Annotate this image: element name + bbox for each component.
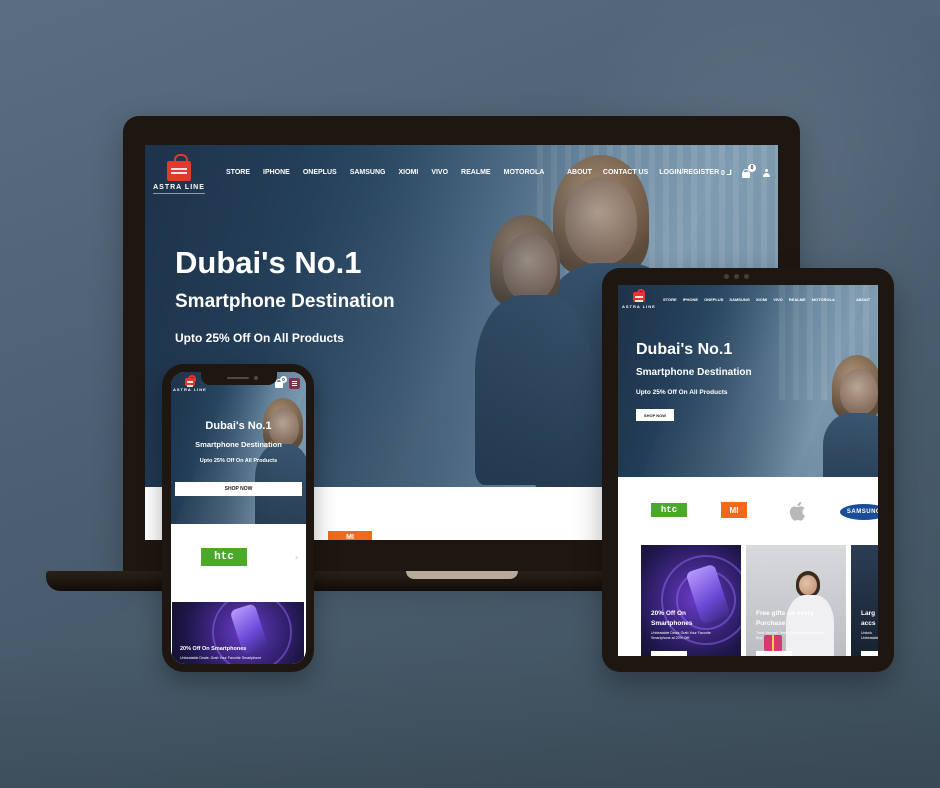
main-nav: STORE IPHONE ONEPLUS SAMSUNG XIOMI VIVO … <box>663 297 835 302</box>
nav-item-store[interactable]: STORE <box>663 297 677 302</box>
main-nav: STORE IPHONE ONEPLUS SAMSUNG XIOMI VIVO … <box>226 169 544 176</box>
promo-button[interactable] <box>861 651 878 656</box>
hero-subtitle: Smartphone Destination <box>636 367 752 378</box>
nav-item-login[interactable]: LOGIN/REGISTER <box>659 169 719 176</box>
hero-title: Dubai's No.1 <box>636 341 733 358</box>
htc-logo[interactable]: htc <box>201 548 247 566</box>
nav-item-motorola[interactable]: MOTOROLA <box>812 297 835 302</box>
hero-offer: Upto 25% Off On All Products <box>199 458 278 464</box>
nav-item-store[interactable]: STORE <box>226 169 250 176</box>
mi-logo[interactable]: MI <box>721 502 747 518</box>
tablet-camera <box>734 274 739 279</box>
promo-card-gifts[interactable]: Free gifts on every Purchase Treat Yours… <box>746 545 846 656</box>
hamburger-menu-icon[interactable] <box>289 378 300 389</box>
tablet-sensor-2 <box>744 274 749 279</box>
nav-item-realme[interactable]: REALME <box>461 169 491 176</box>
tablet-hero-image <box>618 285 878 477</box>
promo-text: Treat Yourself Twice: Free Gifts with Ev… <box>756 631 824 640</box>
hero-title: Dubai's No.1 <box>205 420 272 432</box>
apple-logo-icon[interactable] <box>788 500 808 522</box>
shopping-bag-icon <box>167 154 191 181</box>
brand-tagline-rule <box>153 193 205 194</box>
hero-title: Dubai's No.1 <box>175 245 362 280</box>
currency-label[interactable]: 0 لـ <box>721 169 732 177</box>
nav-item-xiomi[interactable]: XIOMI <box>756 297 767 302</box>
carousel-next-arrow-icon[interactable]: › <box>295 552 298 562</box>
laptop-trackpad-notch <box>406 571 518 579</box>
nav-item-oneplus[interactable]: ONEPLUS <box>704 297 723 302</box>
person-head <box>799 575 817 595</box>
brand-name: ASTRA LINE <box>622 304 656 309</box>
nav-item-about[interactable]: ABOUT <box>856 297 870 302</box>
shopping-bag-icon <box>632 288 646 302</box>
brand-logo[interactable]: ASTRA LINE <box>622 287 656 309</box>
samsung-logo[interactable]: SAMSUNG <box>840 504 878 520</box>
promo-title: 20% Off On Smartphones <box>651 610 693 627</box>
hero-offer: Upto 25% Off On All Products <box>636 389 728 396</box>
nav-item-xiomi[interactable]: XIOMI <box>398 169 418 176</box>
promo-card-accessories[interactable]: Larg accs Unlock Unbeatable <box>851 545 878 656</box>
shop-now-button[interactable]: SHOP NOW <box>175 482 302 496</box>
shop-now-button[interactable]: SHOP NOW <box>636 409 674 421</box>
promo-card-smartphones[interactable]: 20% Off On Smartphones Unbeatable Deals:… <box>172 602 304 664</box>
promo-text: Unbeatable Deals Grab Your Favorite Smar… <box>651 631 711 640</box>
cart-count-badge: 0 <box>280 376 287 383</box>
mi-logo[interactable]: MI <box>328 531 372 540</box>
brand-name: ASTRA LINE <box>173 387 207 392</box>
brand-logo[interactable]: ASTRA LINE <box>153 153 205 194</box>
promo-card-smartphones[interactable]: 20% Off On Smartphones Unbeatable Deals … <box>641 545 741 656</box>
hero-subtitle: Smartphone Destination <box>175 291 395 312</box>
shopping-bag-icon <box>184 375 196 386</box>
secondary-nav: ABOUT <box>856 297 870 302</box>
cart-icon[interactable] <box>742 169 750 178</box>
promo-button[interactable] <box>651 651 687 656</box>
phone-notch <box>201 372 277 385</box>
promo-title: 20% Off On Smartphones <box>180 646 247 652</box>
user-icon[interactable] <box>763 169 770 177</box>
promo-text: Unbeatable Deals: Grab Your Favorite Sma… <box>180 656 262 660</box>
nav-item-vivo[interactable]: VIVO <box>773 297 783 302</box>
phone-screen: ASTRA LINE 0 Dubai's No.1 Smartphone Des… <box>171 372 306 664</box>
cart-count-badge: 0 <box>748 164 756 172</box>
secondary-nav: ABOUT CONTACT US LOGIN/REGISTER <box>567 169 719 176</box>
brand-name: ASTRA LINE <box>153 184 205 191</box>
promo-title: Free gifts on every Purchase <box>756 610 814 627</box>
tablet-sensor <box>724 274 729 279</box>
nav-item-vivo[interactable]: VIVO <box>431 169 448 176</box>
nav-item-iphone[interactable]: IPHONE <box>683 297 698 302</box>
promo-text: Unlock Unbeatable <box>861 631 878 640</box>
nav-item-iphone[interactable]: IPHONE <box>263 169 290 176</box>
promo-button[interactable] <box>756 651 792 656</box>
nav-item-motorola[interactable]: MOTOROLA <box>504 169 545 176</box>
nav-item-samsung[interactable]: SAMSUNG <box>729 297 749 302</box>
nav-item-samsung[interactable]: SAMSUNG <box>350 169 386 176</box>
nav-item-about[interactable]: ABOUT <box>567 169 592 176</box>
nav-item-realme[interactable]: REALME <box>789 297 806 302</box>
htc-logo[interactable]: htc <box>651 503 687 517</box>
hero-subtitle: Smartphone Destination <box>195 440 282 449</box>
hero-offer: Upto 25% Off On All Products <box>175 331 344 345</box>
promo-title: Larg accs <box>861 610 876 627</box>
nav-item-contact[interactable]: CONTACT US <box>603 169 648 176</box>
hero-overlay <box>618 285 878 477</box>
tablet-screen: ASTRA LINE STORE IPHONE ONEPLUS SAMSUNG … <box>618 285 878 656</box>
nav-item-oneplus[interactable]: ONEPLUS <box>303 169 337 176</box>
